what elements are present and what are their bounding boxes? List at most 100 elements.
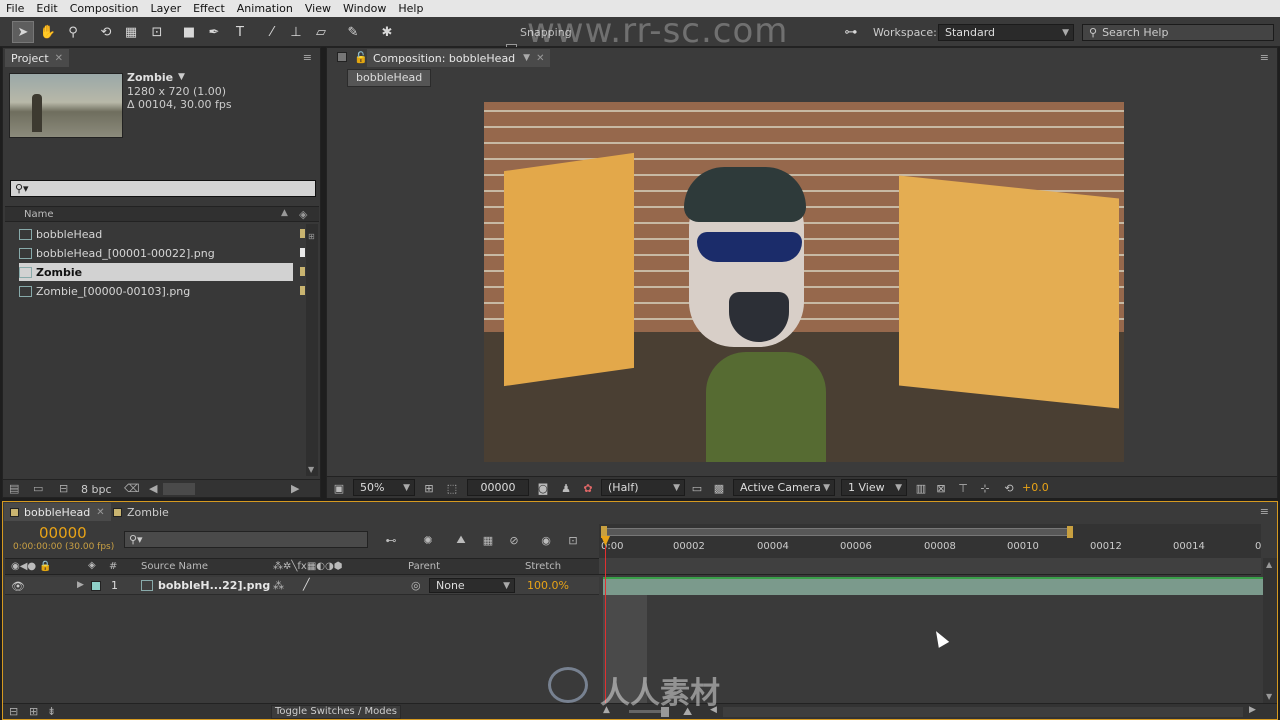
region-of-interest-icon[interactable]: ▭: [689, 480, 705, 496]
tab-timeline-bobblehead[interactable]: bobbleHead ✕: [4, 503, 111, 521]
camera-view-dropdown[interactable]: Active Camera ▼: [733, 479, 835, 496]
source-name-header[interactable]: Source Name: [141, 561, 208, 572]
menu-item-help[interactable]: Help: [392, 2, 429, 15]
clone-stamp-tool-icon[interactable]: ⊥: [285, 21, 307, 43]
timeline-search-input[interactable]: ⚲▾: [124, 531, 368, 548]
selection-tool-icon[interactable]: ➤: [12, 21, 34, 43]
scroll-right-icon[interactable]: ▶: [1249, 705, 1256, 715]
search-help-input[interactable]: ⚲ Search Help: [1082, 24, 1274, 41]
transparency-grid-icon[interactable]: ▩: [711, 480, 727, 496]
toggle-switches-modes-button[interactable]: Toggle Switches / Modes: [271, 705, 401, 719]
name-column-header[interactable]: Name: [24, 209, 54, 220]
label-swatch[interactable]: [300, 248, 305, 257]
rectangle-tool-icon[interactable]: ■: [178, 21, 200, 43]
shy-switch-icon[interactable]: ⁂: [273, 579, 284, 592]
scroll-left-icon[interactable]: ◀: [149, 482, 157, 495]
timeline-scrollbar[interactable]: ▲ ▼: [1263, 558, 1277, 703]
project-item[interactable]: bobbleHead: [19, 225, 293, 243]
zoom-slider-thumb[interactable]: [661, 707, 669, 717]
layer-row[interactable]: 👁 ▶ 1 bobbleH...22].png ⁂ ╱ ◎ None ▼ 100.…: [5, 577, 599, 595]
exposure-value[interactable]: +0.0: [1022, 481, 1049, 494]
work-area-bar[interactable]: [601, 528, 1071, 536]
tab-timeline-zombie[interactable]: Zombie: [107, 503, 175, 521]
time-ruler[interactable]: 0:00 00002 00004 00006 00008 00010 00012 00014…: [599, 524, 1261, 558]
flowchart-icon[interactable]: ⊞: [308, 232, 315, 241]
layer-label-swatch[interactable]: [91, 581, 101, 591]
pick-whip-icon[interactable]: ◎: [411, 579, 421, 592]
lock-icon[interactable]: 🔓: [354, 51, 368, 64]
stretch-header[interactable]: Stretch: [525, 561, 561, 572]
close-icon[interactable]: ✕: [55, 53, 63, 64]
zoom-in-icon[interactable]: ⛰: [683, 705, 692, 719]
close-icon[interactable]: ✕: [96, 507, 104, 518]
camera-tool-icon[interactable]: ▦: [120, 21, 142, 43]
menu-item-layer[interactable]: Layer: [144, 2, 187, 15]
layer-switches-toggle-icon[interactable]: ⊟: [9, 705, 18, 718]
project-scrollbar[interactable]: ▼ ⊞: [306, 224, 318, 476]
reset-exposure-icon[interactable]: ⟲: [1001, 480, 1017, 496]
hand-tool-icon[interactable]: ✋: [37, 21, 59, 43]
switches-header-icon[interactable]: ⁂✲╲fx▦◐◑⬢: [273, 561, 342, 572]
in-out-toggle-icon[interactable]: ⇟: [47, 705, 56, 718]
pixel-aspect-icon[interactable]: ▥: [913, 480, 929, 496]
panel-menu-icon[interactable]: ≡: [303, 51, 312, 64]
new-composition-icon[interactable]: ⊟: [59, 482, 68, 495]
magnification-dropdown[interactable]: 50% ▼: [353, 479, 415, 496]
parent-dropdown[interactable]: None ▼: [429, 578, 515, 593]
project-item[interactable]: bobbleHead_[00001-00022].png: [19, 244, 293, 262]
interpret-footage-icon[interactable]: ▤: [9, 482, 19, 495]
expand-arrow-icon[interactable]: ▶: [77, 580, 84, 590]
menu-item-edit[interactable]: Edit: [30, 2, 63, 15]
snapshot-icon[interactable]: ◙: [535, 480, 551, 496]
brush-tool-icon[interactable]: ⁄: [261, 21, 283, 43]
workspace-dropdown[interactable]: Standard ▼: [938, 24, 1074, 41]
roto-brush-tool-icon[interactable]: ✎: [342, 21, 364, 43]
bit-depth-button[interactable]: 8 bpc: [81, 483, 112, 496]
motion-blur-icon[interactable]: ◉: [538, 532, 554, 548]
parent-header[interactable]: Parent: [408, 561, 440, 572]
rotation-tool-icon[interactable]: ⟲: [95, 21, 117, 43]
pan-behind-tool-icon[interactable]: ⊡: [146, 21, 168, 43]
puppet-tool-icon[interactable]: ✱: [376, 21, 398, 43]
pen-tool-icon[interactable]: ✒: [203, 21, 225, 43]
layer-name[interactable]: bobbleH...22].png: [158, 579, 270, 592]
label-column-icon[interactable]: ◈: [299, 208, 307, 221]
show-snapshot-icon[interactable]: ♟: [558, 480, 574, 496]
current-time-display[interactable]: 00000: [39, 524, 87, 542]
label-column-icon[interactable]: ◈: [88, 560, 96, 571]
work-area-end-handle[interactable]: [1067, 526, 1073, 538]
label-swatch[interactable]: [300, 229, 305, 238]
timeline-horizontal-scrollbar[interactable]: [723, 707, 1243, 717]
menu-item-composition[interactable]: Composition: [64, 2, 145, 15]
menu-item-window[interactable]: Window: [337, 2, 392, 15]
flowchart-icon[interactable]: ⊹: [977, 480, 993, 496]
menu-item-effect[interactable]: Effect: [187, 2, 231, 15]
label-swatch[interactable]: [300, 267, 305, 276]
comp-mini-flowchart-icon[interactable]: ⊷: [383, 532, 399, 548]
stretch-value[interactable]: 100.0%: [527, 579, 569, 592]
scroll-up-icon[interactable]: ▲: [1266, 560, 1272, 569]
fast-previews-icon[interactable]: ⊠: [933, 480, 949, 496]
menu-item-view[interactable]: View: [299, 2, 337, 15]
chevron-down-icon[interactable]: ▼: [523, 53, 530, 63]
panel-menu-icon[interactable]: ≡: [1260, 51, 1269, 64]
menu-item-animation[interactable]: Animation: [231, 2, 299, 15]
scroll-down-icon[interactable]: ▼: [308, 465, 314, 474]
scroll-right-icon[interactable]: ▶: [291, 482, 299, 495]
graph-editor-icon[interactable]: ⊡: [565, 532, 581, 548]
safe-zones-icon[interactable]: ⊞: [421, 480, 437, 496]
quality-switch-icon[interactable]: ╱: [303, 578, 310, 591]
current-time-field[interactable]: 00000: [467, 479, 529, 496]
av-features-icon[interactable]: ◉◀● 🔒: [11, 561, 52, 572]
new-folder-icon[interactable]: ▭: [33, 482, 43, 495]
tab-project[interactable]: Project ✕: [5, 49, 70, 67]
always-preview-icon[interactable]: ▣: [331, 480, 347, 496]
eye-icon[interactable]: 👁: [11, 580, 25, 593]
playhead-line[interactable]: [605, 546, 606, 706]
channels-icon[interactable]: ✿: [580, 480, 596, 496]
close-icon[interactable]: ✕: [536, 53, 544, 64]
label-swatch[interactable]: [300, 286, 305, 295]
panel-menu-icon[interactable]: ≡: [1260, 505, 1269, 518]
transfer-controls-toggle-icon[interactable]: ⊞: [29, 705, 38, 718]
trash-icon[interactable]: ⌫: [124, 482, 140, 495]
